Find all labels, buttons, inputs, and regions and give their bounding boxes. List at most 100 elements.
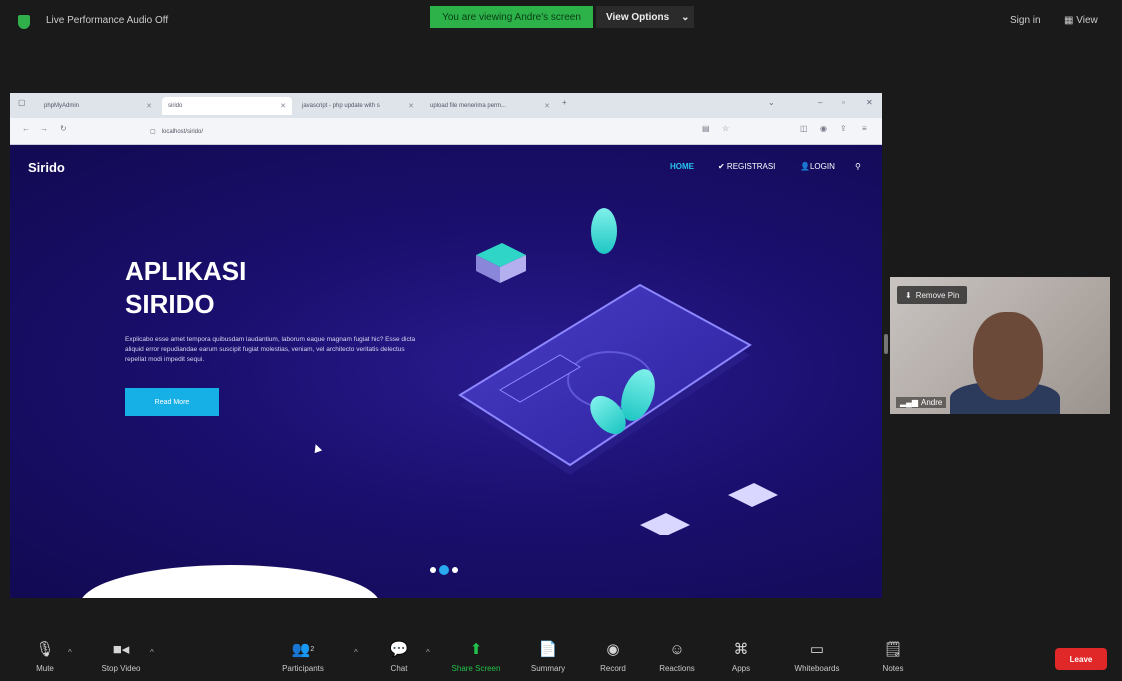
reactions-button[interactable]: ☺ Reactions [644, 638, 710, 674]
remove-pin-button[interactable]: ⬇ Remove Pin [897, 286, 968, 304]
summary-icon: 📄 [538, 641, 558, 658]
phone-body [458, 283, 752, 467]
hero-wave [80, 565, 380, 598]
reactions-label: Reactions [659, 664, 695, 673]
record-icon: ◉ [606, 641, 620, 658]
view-label: View [1076, 15, 1098, 26]
signal-icon: ▂▄▆ [900, 398, 918, 407]
video-camera-icon: ■◂ [112, 641, 130, 658]
participants-chevron-icon[interactable]: ^ [354, 648, 358, 657]
close-window-icon[interactable]: ✕ [866, 98, 873, 107]
stop-video-button[interactable]: ■◂ Stop Video [88, 638, 154, 673]
hero-description: Explicabo esse amet tempora quibusdam la… [125, 336, 416, 363]
close-icon[interactable]: ✕ [544, 102, 550, 110]
shared-screen: ▢ phpMyAdmin ✕ sirido ✕ javascript - php… [10, 93, 882, 598]
audio-options-chevron-icon[interactable]: ^ [68, 648, 72, 657]
live-audio-status[interactable]: Live Performance Audio Off [46, 15, 168, 26]
close-icon[interactable]: ✕ [146, 102, 152, 110]
apps-icon: ⌘ [733, 641, 749, 658]
browser-nav-bar: ← → ↻ ▢ localhost/sirido/ ▤ ☆ ◫ ◉ ⇪ ≡ [10, 118, 882, 145]
bookmark-icon[interactable]: ☆ [722, 124, 729, 133]
share-screen-label: Share Screen [451, 664, 501, 673]
shield-icon[interactable] [18, 15, 30, 29]
hero-title: APLIKASI SIRIDO [125, 255, 246, 321]
user-icon: 👤 [800, 162, 810, 171]
address-bar[interactable]: ▢ localhost/sirido/ [150, 124, 690, 139]
site-brand[interactable]: Sirido [28, 160, 65, 175]
stop-video-label: Stop Video [101, 664, 141, 673]
record-button[interactable]: ◉ Record [580, 638, 646, 673]
chat-chevron-icon[interactable]: ^ [426, 648, 430, 657]
carousel-dots [430, 565, 458, 575]
share-screen-icon: ⬆ [469, 641, 483, 658]
carousel-dot[interactable] [452, 567, 458, 573]
remove-pin-label: Remove Pin [915, 290, 960, 300]
whiteboards-label: Whiteboards [794, 664, 840, 673]
close-icon[interactable]: ✕ [280, 102, 286, 110]
participants-button[interactable]: 👥 2 Participants [270, 638, 336, 673]
page-icon: ▢ [150, 129, 156, 135]
zoom-meeting-window: Live Performance Audio Off You are viewi… [0, 0, 1122, 681]
nav-registrasi[interactable]: ✔ REGISTRASI [718, 162, 775, 171]
nav-home[interactable]: HOME [670, 162, 694, 171]
nav-login[interactable]: 👤LOGIN [800, 162, 835, 171]
nav-login-label: LOGIN [809, 162, 835, 171]
back-icon[interactable]: ← [22, 124, 30, 133]
sign-in-link[interactable]: Sign in [1010, 15, 1041, 26]
viewing-screen-banner: You are viewing Andre's screen [430, 6, 593, 28]
reader-icon[interactable]: ▤ [702, 124, 710, 133]
participants-label: Participants [282, 664, 324, 673]
new-tab-icon[interactable]: + [562, 98, 567, 107]
hero-title-line-2: SIRIDO [125, 289, 215, 319]
chat-label: Chat [390, 664, 408, 673]
tab-actions-icon[interactable]: ▢ [18, 98, 26, 107]
browser-tab-sirido[interactable]: sirido ✕ [162, 97, 292, 115]
leave-button[interactable]: Leave [1055, 648, 1107, 670]
carousel-dot-active[interactable] [439, 565, 449, 575]
browser-tab-upload[interactable]: upload file menerima perm... ✕ [424, 97, 556, 115]
view-options-button[interactable]: View Options ⌄ [596, 6, 694, 28]
whiteboards-button[interactable]: ▭ Whiteboards [784, 638, 850, 673]
panel-resize-handle[interactable] [884, 334, 888, 354]
browser-tab-bar: ▢ phpMyAdmin ✕ sirido ✕ javascript - php… [10, 93, 882, 118]
participants-count: 2 [310, 645, 315, 653]
microphone-icon: 🎙 [35, 641, 55, 658]
participant-name: Andre [920, 398, 943, 407]
view-grid-icon: ▦ [1064, 15, 1077, 26]
maximize-icon[interactable]: ▫ [842, 98, 845, 107]
record-label: Record [600, 664, 626, 673]
tab-list-icon[interactable]: ⌄ [768, 98, 775, 107]
extensions-icon[interactable]: ⇪ [840, 124, 847, 133]
coin-top [591, 208, 617, 254]
carousel-dot[interactable] [430, 567, 436, 573]
browser-tab-phpmyadmin[interactable]: phpMyAdmin ✕ [38, 97, 158, 115]
phone-illustration [458, 208, 778, 535]
read-more-button[interactable]: Read More [125, 388, 219, 416]
video-options-chevron-icon[interactable]: ^ [150, 648, 154, 657]
summary-button[interactable]: 📄 Summary [515, 638, 581, 673]
tab-label: phpMyAdmin [44, 103, 80, 109]
tab-label: javascript - php update with s [302, 103, 380, 109]
close-icon[interactable]: ✕ [408, 102, 414, 110]
share-screen-button[interactable]: ⬆ Share Screen [443, 638, 509, 673]
account-icon[interactable]: ◉ [820, 124, 827, 133]
mute-label: Mute [36, 664, 54, 673]
apps-button[interactable]: ⌘ Apps [708, 638, 774, 673]
tab-label: upload file menerima perm... [430, 103, 507, 109]
menu-icon[interactable]: ≡ [862, 124, 867, 133]
chat-button[interactable]: 💬 Chat [366, 638, 432, 673]
notes-icon: 🗒 [883, 641, 903, 658]
minimize-icon[interactable]: – [818, 98, 822, 107]
participant-video-tile[interactable]: ⬇ Remove Pin ▂▄▆ Andre [890, 277, 1110, 414]
notes-button[interactable]: 🗒 Notes [860, 638, 926, 673]
chevron-down-icon: ⌄ [681, 11, 690, 23]
view-button[interactable]: ▦ View [1064, 15, 1098, 26]
browser-tab-javascript[interactable]: javascript - php update with s ✕ [296, 97, 420, 115]
participant-name-tag: ▂▄▆ Andre [896, 397, 947, 408]
forward-icon[interactable]: → [40, 124, 48, 133]
chat-icon: 💬 [389, 641, 409, 658]
pocket-icon[interactable]: ◫ [800, 124, 808, 133]
reload-icon[interactable]: ↻ [60, 124, 67, 133]
search-icon[interactable]: ⚲ [855, 162, 861, 171]
view-options-label: View Options [606, 11, 670, 23]
